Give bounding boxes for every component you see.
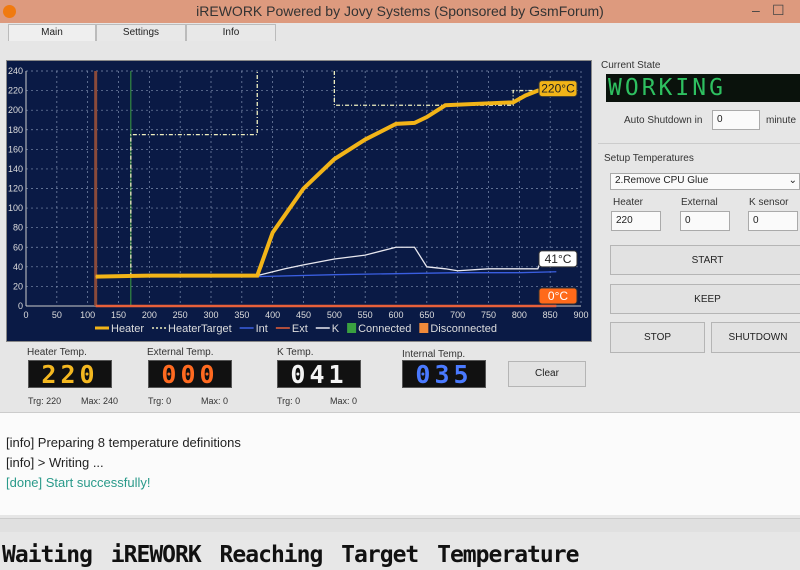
x-tick-label: 300 [203,310,218,320]
external-input[interactable]: 0 [680,211,730,231]
display-label: Heater Temp. [27,347,87,358]
x-tick-label: 750 [481,310,496,320]
legend-label: Heater [111,323,144,335]
y-tick-label: 180 [8,125,23,135]
x-tick-label: 700 [450,310,465,320]
max-value: Max: 240 [81,396,119,406]
keep-button[interactable]: KEEP [610,284,800,314]
target-value: Trg: 0 [148,396,172,406]
auto-shutdown-input[interactable]: 0 [712,110,760,130]
x-tick-label: 450 [296,310,311,320]
log-line: [info] > Writing ... [6,455,104,470]
x-tick-label: 0 [23,310,28,320]
k-sensor-input[interactable]: 0 [748,211,798,231]
legend-label: HeaterTarget [168,323,232,335]
target-value: Trg: 220 [28,396,62,406]
legend-label: Disconnected [430,323,497,335]
x-tick-label: 500 [327,310,342,320]
seven-segment-display: 000 [148,360,232,389]
log-line: [done] Start successfully! [6,475,151,490]
legend-label: Ext [292,323,308,335]
y-tick-label: 40 [13,262,23,272]
divider [598,143,800,144]
display-label: K Temp. [277,347,314,358]
minimize-button[interactable]: – [752,0,760,23]
start-button[interactable]: START [610,245,800,275]
legend-label: Int [256,323,268,335]
state-display: WORKING [606,74,800,102]
maximize-button[interactable]: ☐ [772,0,785,23]
x-tick-label: 800 [512,310,527,320]
x-tick-label: 850 [543,310,558,320]
max-value: Max: 0 [201,396,229,406]
seven-segment-display: 041 [277,360,361,389]
series-heater [95,88,557,279]
y-tick-label: 220 [8,86,23,96]
profile-value: 2.Remove CPU Glue [615,175,709,186]
x-tick-label: 400 [265,310,280,320]
shutdown-button[interactable]: SHUTDOWN [711,322,800,353]
y-tick-label: 200 [8,105,23,115]
legend-swatch [347,323,357,333]
y-tick-label: 80 [13,223,23,233]
tab-settings[interactable]: Settings [96,24,186,41]
log-panel: [info] Preparing 8 temperature definitio… [0,412,800,515]
tab-bar: Main Settings Info [8,24,276,41]
video-caption: Waiting iREWORK Reaching Target Temperat… [0,540,800,570]
value-callout-label: 41°C [545,252,572,266]
auto-shutdown-label: Auto Shutdown in [624,115,703,126]
y-tick-label: 100 [8,203,23,213]
y-tick-label: 20 [13,281,23,291]
current-state-label: Current State [601,60,661,71]
status-bar [0,518,800,532]
y-tick-label: 0 [18,301,23,311]
x-tick-label: 900 [573,310,588,320]
x-tick-label: 350 [234,310,249,320]
max-value: Max: 0 [330,396,358,406]
k-sensor-label: K sensor [749,197,789,208]
y-tick-label: 160 [8,144,23,154]
display-label: External Temp. [147,347,214,358]
y-tick-label: 240 [8,66,23,76]
tab-info[interactable]: Info [186,24,276,41]
chart-svg: 0 50 100 150 200 250 300 350 400 450 500 550 600 650 7… [8,66,589,335]
log-line: [info] Preparing 8 temperature definitio… [6,435,241,450]
app-icon [3,5,16,18]
title-bar: iREWORK Powered by Jovy Systems (Sponsor… [0,0,800,23]
value-callout-label: 220°C [541,82,575,96]
legend-swatch [419,323,429,333]
y-tick-label: 60 [13,242,23,252]
y-tick-label: 140 [8,164,23,174]
legend-label: K [332,323,340,335]
x-tick-label: 550 [358,310,373,320]
heater-input[interactable]: 220 [611,211,661,231]
heater-label: Heater [613,197,644,208]
chevron-down-icon: ⌄ [788,175,797,186]
target-value: Trg: 0 [277,396,301,406]
setup-temperatures-label: Setup Temperatures [604,153,694,164]
y-tick-label: 120 [8,184,23,194]
minute-label: minute [766,115,797,126]
x-tick-label: 600 [388,310,403,320]
seven-segment-display: 220 [28,360,112,389]
legend-label: Connected [358,323,411,335]
stop-button[interactable]: STOP [610,322,705,353]
x-tick-label: 100 [80,310,95,320]
window-title: iREWORK Powered by Jovy Systems (Sponsor… [196,3,604,19]
x-tick-label: 50 [52,310,62,320]
clear-button[interactable]: Clear [508,361,586,387]
x-tick-label: 200 [142,310,157,320]
value-callout-label: 0°C [548,289,568,303]
profile-select[interactable]: 2.Remove CPU Glue ⌄ [610,173,800,190]
x-tick-label: 250 [173,310,188,320]
tab-main[interactable]: Main [8,24,96,41]
x-tick-label: 650 [419,310,434,320]
x-tick-label: 150 [111,310,126,320]
temperature-chart: 0 50 100 150 200 250 300 350 400 450 500 550 600 650 7… [6,60,592,342]
external-label: External [681,197,718,208]
seven-segment-display: 035 [402,360,486,389]
display-label: Internal Temp. [402,349,466,360]
